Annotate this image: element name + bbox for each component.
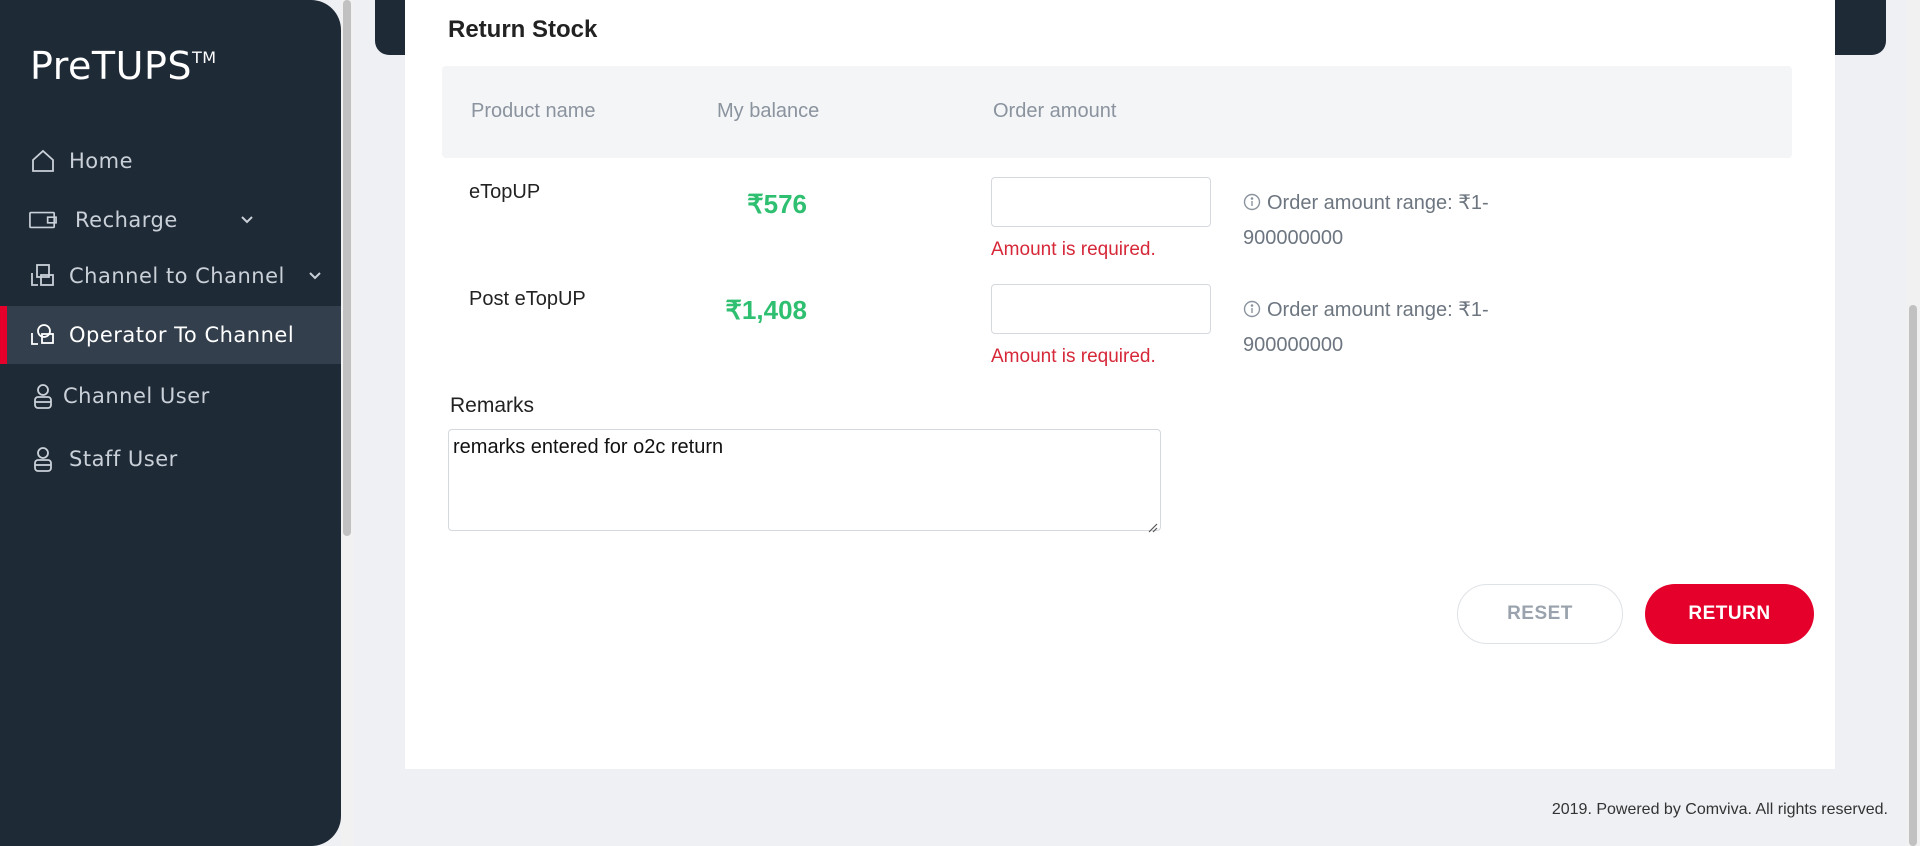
transfer-icon bbox=[29, 262, 57, 290]
sidebar-item-staff-user[interactable]: Staff User bbox=[0, 430, 341, 488]
resize-handle-icon[interactable] bbox=[1146, 516, 1158, 533]
sidebar: PreTUPSTM Home Recharge Channel to Chann… bbox=[0, 0, 341, 846]
sidebar-item-label: Home bbox=[69, 149, 134, 173]
user-icon bbox=[29, 445, 57, 473]
amount-range-hint: Order amount range: ₹1- 900000000 bbox=[1243, 192, 1489, 249]
sidebar-item-label: Channel to Channel bbox=[69, 264, 285, 288]
info-icon bbox=[1243, 300, 1261, 318]
sidebar-item-label: Staff User bbox=[69, 447, 178, 471]
sidebar-item-home[interactable]: Home bbox=[0, 132, 341, 190]
info-icon bbox=[1243, 193, 1261, 211]
amount-range-hint: Order amount range: ₹1- 900000000 bbox=[1243, 299, 1489, 356]
sidebar-item-label: Recharge bbox=[75, 208, 178, 232]
order-amount-input[interactable] bbox=[991, 284, 1211, 334]
product-name: Post eTopUP bbox=[469, 288, 586, 310]
chevron-down-icon[interactable] bbox=[307, 268, 323, 284]
brand-logo: PreTUPSTM bbox=[30, 44, 217, 88]
table-header: Product name My balance Order amount bbox=[442, 66, 1792, 158]
page-scrollbar-thumb[interactable] bbox=[1909, 305, 1917, 846]
sidebar-item-label: Channel User bbox=[63, 384, 210, 408]
return-stock-card: Return Stock Product name My balance Ord… bbox=[405, 0, 1835, 769]
error-message: Amount is required. bbox=[991, 239, 1156, 260]
remarks-textarea[interactable]: remarks entered for o2c return bbox=[448, 429, 1161, 533]
column-header-amount: Order amount bbox=[993, 100, 1117, 122]
home-icon bbox=[29, 147, 57, 175]
order-amount-input[interactable] bbox=[991, 177, 1211, 227]
sidebar-item-channel-to-channel[interactable]: Channel to Channel bbox=[0, 247, 341, 305]
balance-value: ₹576 bbox=[747, 189, 807, 219]
sidebar-item-operator-to-channel[interactable]: Operator To Channel bbox=[0, 306, 341, 364]
balance-value: ₹1,408 bbox=[725, 295, 807, 325]
error-message: Amount is required. bbox=[991, 346, 1156, 367]
remarks-label: Remarks bbox=[450, 394, 535, 417]
sidebar-item-recharge[interactable]: Recharge bbox=[0, 191, 341, 249]
return-button[interactable]: RETURN bbox=[1645, 584, 1814, 644]
sidebar-item-channel-user[interactable]: Channel User bbox=[0, 367, 341, 425]
page-title: Return Stock bbox=[448, 16, 598, 43]
chevron-down-icon[interactable] bbox=[239, 212, 255, 228]
reset-button[interactable]: RESET bbox=[1457, 584, 1623, 644]
operator-icon bbox=[29, 321, 57, 349]
sidebar-item-label: Operator To Channel bbox=[69, 323, 295, 347]
column-header-product: Product name bbox=[471, 100, 596, 122]
sidebar-scrollbar-thumb[interactable] bbox=[343, 0, 351, 536]
column-header-balance: My balance bbox=[717, 100, 820, 122]
user-icon bbox=[29, 382, 57, 410]
footer-copyright: 2019. Powered by Comviva. All rights res… bbox=[1551, 801, 1888, 818]
wallet-icon bbox=[29, 206, 57, 234]
product-name: eTopUP bbox=[469, 181, 541, 203]
remarks-text: remarks entered for o2c return bbox=[453, 436, 724, 458]
